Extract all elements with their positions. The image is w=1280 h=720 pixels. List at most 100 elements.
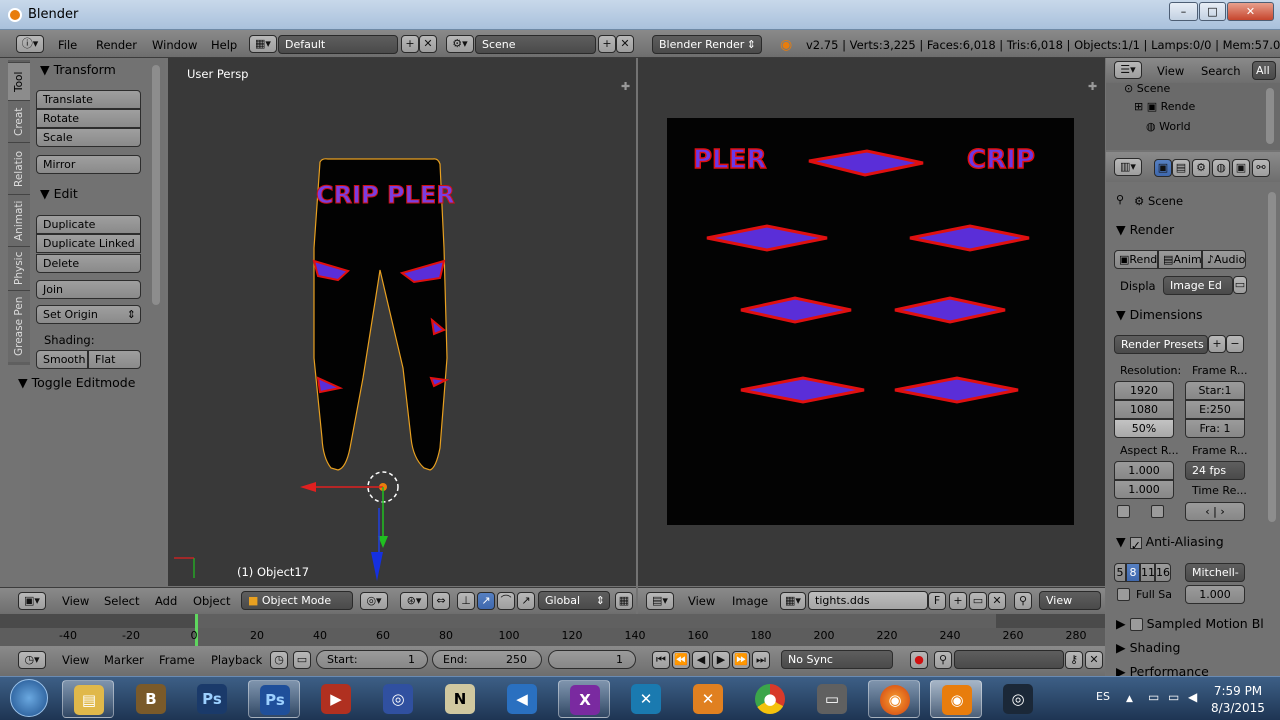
animation-button[interactable]: ▤Anim xyxy=(1158,250,1202,269)
menu-object[interactable]: Object xyxy=(193,594,230,608)
menu-render[interactable]: Render xyxy=(96,38,137,52)
mode-select[interactable]: ■ Object Mode xyxy=(241,591,353,610)
editor-type-icon[interactable]: ▣▾ xyxy=(18,592,46,610)
tab-create[interactable]: Creat xyxy=(8,100,30,142)
frame-end-field[interactable]: E:250 xyxy=(1185,400,1245,419)
taskbar-app6[interactable]: ✕ xyxy=(682,680,734,718)
layers-icon[interactable]: ▦ xyxy=(615,592,633,610)
sync-mode-select[interactable]: No Sync xyxy=(781,650,893,669)
start-frame-field[interactable]: Start: 1 xyxy=(316,650,428,669)
taskbar-chrome[interactable]: ● xyxy=(744,680,796,718)
aa-11-button[interactable]: 11 xyxy=(1140,563,1155,582)
menu-help[interactable]: Help xyxy=(211,38,237,52)
world-tab-icon[interactable]: ◍ xyxy=(1212,159,1230,177)
render-tab-icon[interactable]: ▣ xyxy=(1154,159,1172,177)
render-button[interactable]: ▣Rend xyxy=(1114,250,1158,269)
network-icon[interactable]: ▭ xyxy=(1148,690,1159,704)
image-editor-corner-icon[interactable]: ✚ xyxy=(1088,80,1097,93)
flat-button[interactable]: Flat xyxy=(88,350,141,369)
jump-keyframe-back-icon[interactable]: ⏪ xyxy=(672,651,690,669)
orientation-select[interactable]: Global ⇕ xyxy=(538,591,610,610)
display-select[interactable]: Image Ed xyxy=(1163,276,1233,295)
menu-view[interactable]: View xyxy=(62,653,89,667)
outliner-type-icon[interactable]: ☰▾ xyxy=(1114,61,1142,79)
clock-time[interactable]: 7:59 PM xyxy=(1208,684,1268,698)
taskbar-app7[interactable]: ▭ xyxy=(806,680,858,718)
taskbar-app5[interactable]: ✕ xyxy=(620,680,672,718)
outliner-scrollbar[interactable] xyxy=(1266,88,1274,144)
taskbar-blender[interactable]: ◉ xyxy=(930,680,982,718)
scale-manipulator-icon[interactable]: ⌒ xyxy=(497,592,515,610)
add-scene-icon[interactable]: + xyxy=(598,35,616,53)
info-editor-type-icon[interactable]: ⓘ▾ xyxy=(16,35,44,53)
taskbar-firefox[interactable]: ◉ xyxy=(868,680,920,718)
scene-icon[interactable]: ⚙▾ xyxy=(446,35,474,53)
constraints-tab-icon[interactable]: ⚯ xyxy=(1252,159,1270,177)
shading-panel-title[interactable]: ▶ Shading xyxy=(1116,640,1180,655)
menu-file[interactable]: File xyxy=(58,38,77,52)
outliner-menu-view[interactable]: View xyxy=(1157,64,1184,78)
z-arrow-icon[interactable] xyxy=(371,552,383,581)
keying-icon[interactable]: ⚲ xyxy=(934,651,952,669)
border-checkbox[interactable] xyxy=(1117,505,1130,518)
new-image-icon[interactable]: + xyxy=(949,592,967,610)
edit-panel-title[interactable]: ▼ Edit xyxy=(40,186,78,201)
render-presets-select[interactable]: Render Presets xyxy=(1114,335,1208,354)
outliner-item-scene[interactable]: ⊙ Scene xyxy=(1124,82,1170,95)
crop-checkbox[interactable] xyxy=(1151,505,1164,518)
properties-scrollbar[interactable] xyxy=(1268,192,1276,522)
taskbar-app2[interactable]: ◎ xyxy=(372,680,424,718)
image-name-field[interactable]: tights.dds xyxy=(808,591,928,610)
menu-image[interactable]: Image xyxy=(732,594,768,608)
scale-button[interactable]: Scale xyxy=(36,128,141,147)
tab-physics[interactable]: Physic xyxy=(8,246,30,290)
taskbar-app4[interactable]: X xyxy=(558,680,610,718)
resolution-y-field[interactable]: 1080 xyxy=(1114,400,1174,419)
object-tab-icon[interactable]: ▣ xyxy=(1232,159,1250,177)
transform-panel-title[interactable]: ▼ Transform xyxy=(40,62,116,77)
insert-keyframe-icon[interactable]: ⚷ xyxy=(1065,651,1083,669)
render-engine-select[interactable]: Blender Render ⇕ xyxy=(652,35,762,54)
tab-animation[interactable]: Animati xyxy=(8,194,30,246)
scene-tab-icon[interactable]: ⚙ xyxy=(1192,159,1210,177)
preview-range-icon[interactable]: ◷ xyxy=(270,651,288,669)
duplicate-linked-button[interactable]: Duplicate Linked xyxy=(36,234,141,253)
toggle-editmode-title[interactable]: ▼ Toggle Editmode xyxy=(18,375,135,390)
aa-16-button[interactable]: 16 xyxy=(1155,563,1171,582)
taskbar-photoshop-old[interactable]: Ps xyxy=(186,680,238,718)
frame-start-field[interactable]: Star:1 xyxy=(1185,381,1245,400)
editor-type-icon[interactable]: ◷▾ xyxy=(18,651,46,669)
tool-shelf-scrollbar[interactable] xyxy=(152,65,160,305)
outliner-filter-select[interactable]: All xyxy=(1252,61,1276,80)
menu-frame[interactable]: Frame xyxy=(159,653,195,667)
tray-arrow-icon[interactable]: ▲ xyxy=(1126,694,1133,704)
time-remap-field[interactable]: ‹ | › xyxy=(1185,502,1245,521)
scene-field[interactable]: Scene xyxy=(475,35,596,54)
open-image-icon[interactable]: ▭ xyxy=(969,592,987,610)
tab-tool[interactable]: Tool xyxy=(8,62,30,100)
view-mode-select[interactable]: View xyxy=(1039,591,1101,610)
performance-panel-title[interactable]: ▶ Performance xyxy=(1116,664,1209,676)
unlink-image-icon[interactable]: ✕ xyxy=(988,592,1006,610)
minimize-button[interactable]: – xyxy=(1169,2,1198,21)
motion-blur-checkbox[interactable] xyxy=(1129,618,1143,631)
layout-icon[interactable]: ▦▾ xyxy=(249,35,277,53)
image-browse-icon[interactable]: ▦▾ xyxy=(780,592,806,610)
translate-manipulator-icon[interactable]: ⊥ xyxy=(457,592,475,610)
tab-relations[interactable]: Relatio xyxy=(8,142,30,194)
pivot-icon[interactable]: ⊛▾ xyxy=(400,592,428,610)
editor-type-icon[interactable]: ▤▾ xyxy=(646,592,674,610)
jump-start-icon[interactable]: ⏮ xyxy=(652,651,670,669)
close-button[interactable]: ✕ xyxy=(1227,2,1274,21)
clock-date[interactable]: 8/3/2015 xyxy=(1208,701,1268,715)
play-reverse-icon[interactable]: ◀ xyxy=(692,651,710,669)
taskbar-app3[interactable]: N xyxy=(434,680,486,718)
taskbar-photoshop[interactable]: Ps xyxy=(248,680,300,718)
fake-user-button[interactable]: F xyxy=(928,592,946,610)
add-layout-icon[interactable]: + xyxy=(401,35,419,53)
3d-viewport[interactable]: User Persp ✚ CRIP PLER (1) Object17 xyxy=(168,58,636,586)
aspect-y-field[interactable]: 1.000 xyxy=(1114,480,1174,499)
tab-grease-pencil[interactable]: Grease Pen xyxy=(8,290,30,362)
full-sample-checkbox[interactable] xyxy=(1117,588,1130,601)
resolution-percent-slider[interactable]: 50% xyxy=(1114,419,1174,438)
